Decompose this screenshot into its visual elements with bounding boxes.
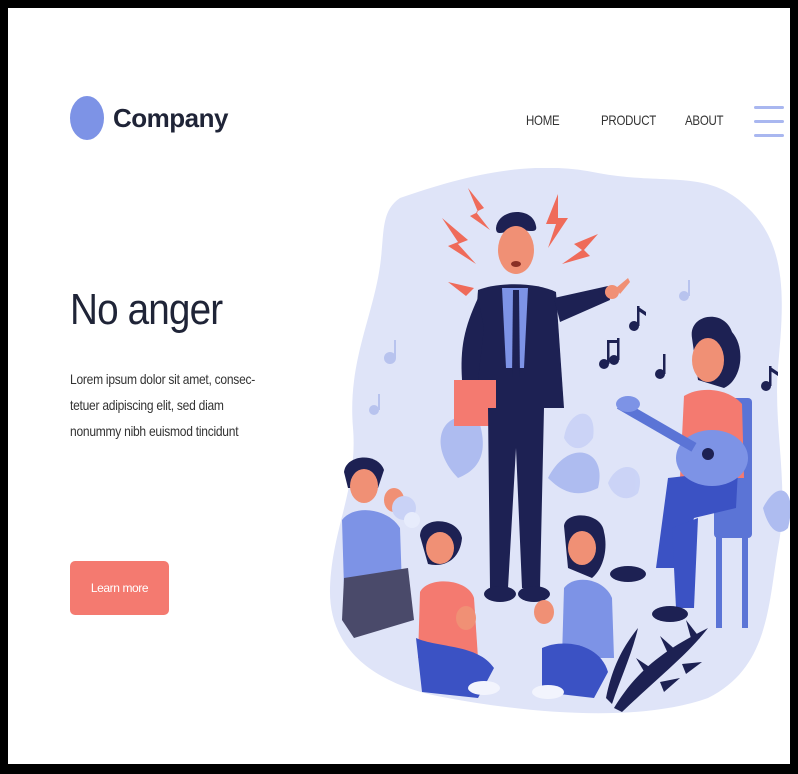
page-frame: Company HOME PRODUCT ABOUT No anger Lore…: [8, 8, 790, 764]
nav-product[interactable]: PRODUCT: [601, 112, 656, 128]
brand-name: Company: [113, 102, 228, 133]
logo[interactable]: Company: [70, 96, 228, 140]
learn-more-button[interactable]: Learn more: [70, 561, 169, 615]
nav-about[interactable]: ABOUT: [685, 112, 724, 128]
nav-home[interactable]: HOME: [526, 112, 560, 128]
logo-mark: [70, 96, 104, 140]
hero-illustration: [329, 168, 790, 714]
hero-description-line: nonummy nibh euismod tincidunt: [70, 423, 239, 439]
hero-description: Lorem ipsum dolor sit amet, consec- tetu…: [70, 366, 311, 444]
hamburger-icon[interactable]: [754, 106, 784, 138]
hero-title: No anger: [70, 285, 223, 334]
hero-description-line: Lorem ipsum dolor sit amet, consec-: [70, 371, 256, 387]
hero-description-line: tetuer adipiscing elit, sed diam: [70, 397, 224, 413]
